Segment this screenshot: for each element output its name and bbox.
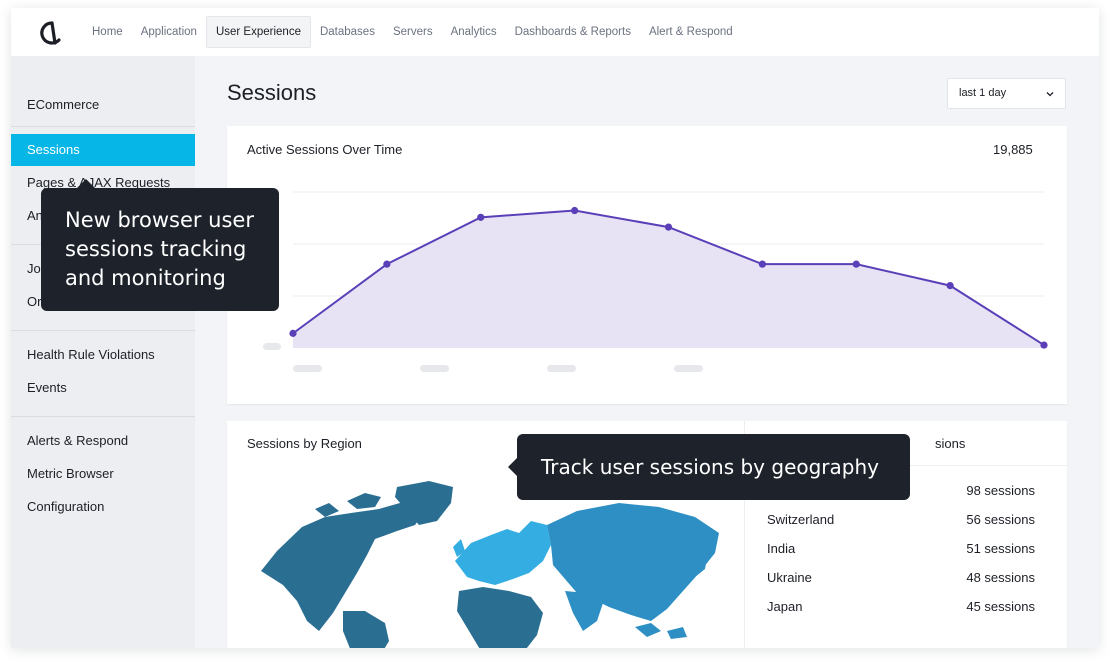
nav-tab-dashboards-reports[interactable]: Dashboards & Reports bbox=[506, 16, 640, 48]
sessions-by-region-title: Sessions by Region bbox=[247, 436, 362, 451]
data-point[interactable] bbox=[1040, 341, 1048, 349]
country-row[interactable]: Switzerland 56 sessions bbox=[767, 512, 1035, 532]
sidebar: ECommerce Sessions Pages & AJAX Requests… bbox=[11, 56, 195, 648]
nav-tab-servers[interactable]: Servers bbox=[384, 16, 442, 48]
sidebar-item-events[interactable]: Events bbox=[11, 372, 195, 404]
sidebar-item-ecommerce[interactable]: ECommerce bbox=[11, 89, 195, 121]
axis-placeholder bbox=[674, 365, 703, 372]
map-africa bbox=[457, 587, 543, 648]
country-sessions: 56 sessions bbox=[966, 512, 1035, 527]
map-se-asia bbox=[635, 623, 687, 639]
app-window: Home Application User Experience Databas… bbox=[11, 8, 1099, 648]
tooltip-sessions-tracking: New browser user sessions tracking and m… bbox=[41, 179, 279, 311]
axis-placeholder bbox=[420, 365, 449, 372]
sidebar-item-configuration[interactable]: Configuration bbox=[11, 491, 195, 523]
tooltip-geography: Track user sessions by geography bbox=[508, 434, 910, 500]
country-row[interactable]: India 51 sessions bbox=[767, 541, 1035, 561]
world-map bbox=[261, 481, 719, 648]
data-point[interactable] bbox=[852, 260, 860, 268]
data-point[interactable] bbox=[383, 260, 391, 268]
sidebar-divider bbox=[11, 330, 195, 331]
nav-tab-alert-respond[interactable]: Alert & Respond bbox=[640, 16, 742, 48]
data-point[interactable] bbox=[664, 223, 673, 231]
nav-tab-user-experience[interactable]: User Experience bbox=[205, 16, 311, 48]
data-point[interactable] bbox=[571, 206, 579, 215]
nav-tab-analytics[interactable]: Analytics bbox=[442, 16, 506, 48]
map-south-america bbox=[343, 611, 389, 648]
data-point[interactable] bbox=[477, 213, 485, 221]
active-sessions-chart bbox=[289, 191, 1048, 349]
country-sessions: 45 sessions bbox=[966, 599, 1035, 614]
country-name: Japan bbox=[767, 599, 803, 614]
country-sessions: 48 sessions bbox=[966, 570, 1035, 585]
time-range-value: last 1 day bbox=[959, 87, 1007, 99]
country-name: Switzerland bbox=[767, 512, 835, 527]
nav-tabs: Home Application User Experience Databas… bbox=[83, 16, 742, 48]
country-sessions: 98 sessions bbox=[966, 483, 1035, 498]
data-point[interactable] bbox=[289, 329, 297, 337]
nav-tab-databases[interactable]: Databases bbox=[311, 16, 384, 48]
chevron-down-icon bbox=[1046, 92, 1054, 97]
data-point[interactable] bbox=[758, 260, 766, 268]
country-name: Ukraine bbox=[767, 570, 812, 585]
sidebar-item-alerts-respond[interactable]: Alerts & Respond bbox=[11, 425, 195, 457]
country-row[interactable]: Ukraine 48 sessions bbox=[767, 570, 1035, 590]
nav-tab-application[interactable]: Application bbox=[132, 16, 206, 48]
sidebar-divider bbox=[11, 126, 195, 127]
axis-placeholder bbox=[293, 365, 322, 372]
axis-placeholder bbox=[547, 365, 576, 372]
logo-icon[interactable] bbox=[39, 20, 65, 46]
country-sessions: 51 sessions bbox=[966, 541, 1035, 556]
top-nav: Home Application User Experience Databas… bbox=[11, 8, 1099, 56]
series-area bbox=[293, 210, 1044, 348]
sidebar-item-metric-browser[interactable]: Metric Browser bbox=[11, 458, 195, 490]
sessions-by-country-title: sions bbox=[935, 436, 966, 451]
country-row[interactable]: Japan 45 sessions bbox=[767, 599, 1035, 619]
sidebar-item-health-rule-violations[interactable]: Health Rule Violations bbox=[11, 339, 195, 371]
data-point[interactable] bbox=[946, 282, 954, 290]
country-name: India bbox=[767, 541, 796, 556]
active-sessions-card: Active Sessions Over Time 19,885 bbox=[227, 126, 1067, 404]
map-europe bbox=[455, 521, 551, 585]
axis-placeholder bbox=[263, 343, 281, 350]
nav-tab-home[interactable]: Home bbox=[83, 16, 132, 48]
page-title: Sessions bbox=[227, 80, 317, 105]
time-range-select[interactable]: last 1 day bbox=[947, 78, 1066, 109]
sidebar-item-sessions[interactable]: Sessions bbox=[11, 134, 195, 166]
sidebar-divider bbox=[11, 416, 195, 417]
